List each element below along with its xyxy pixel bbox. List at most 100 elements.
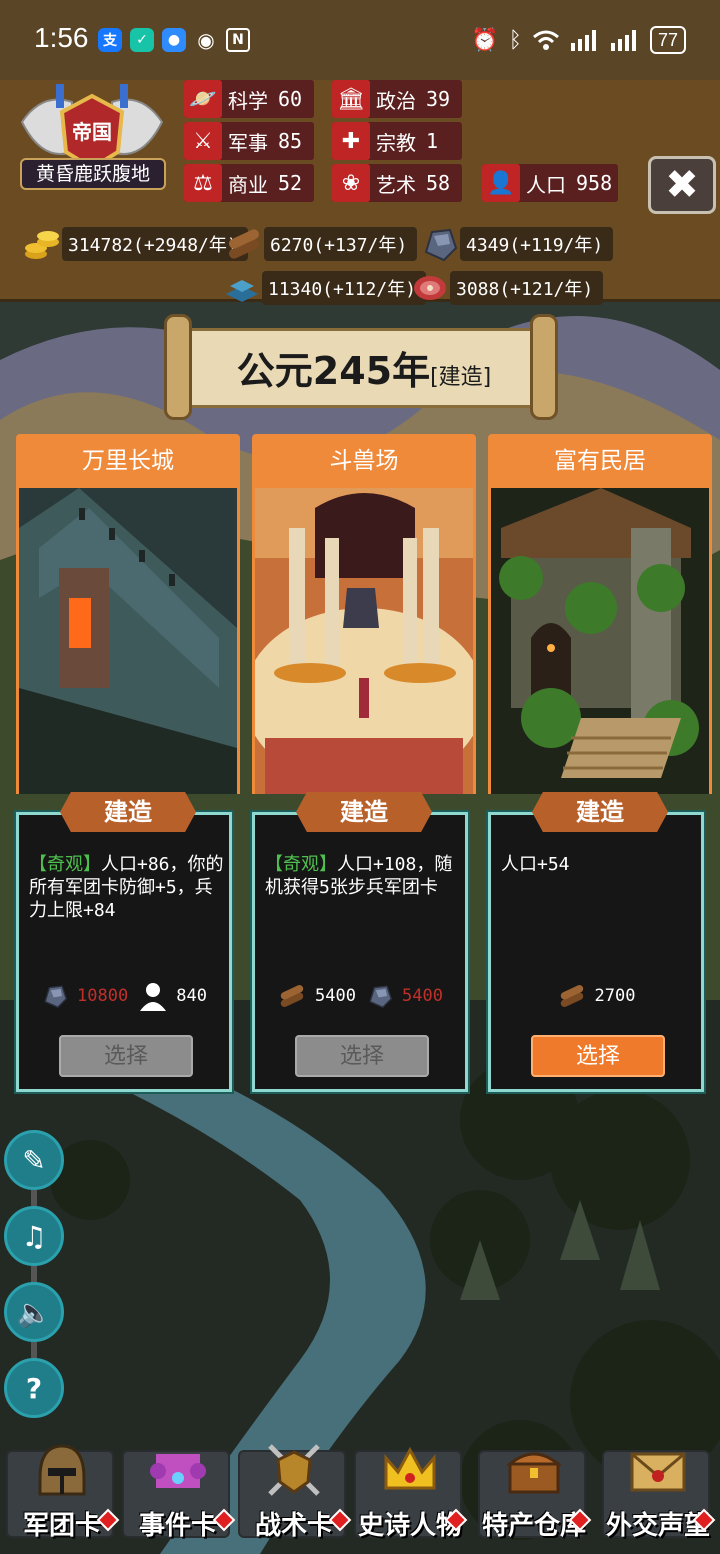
system-status-bar: 1:56 支 ✓ ● ◉ N ⏰ ᛒ 77	[0, 0, 720, 80]
close-button[interactable]: ✖	[648, 156, 716, 214]
stat-politics: 🏛 政治 39	[332, 80, 462, 118]
message-app-icon: ●	[162, 28, 186, 52]
stat-value: 60	[278, 87, 303, 111]
nav-tactic-cards[interactable]: 战术卡	[238, 1444, 352, 1541]
nav-diplomatic-reputation[interactable]: 外交声望	[602, 1450, 716, 1541]
planet-icon: 🪐	[184, 80, 222, 118]
cost-row: 5400 5400	[255, 981, 465, 1011]
nav-legion-cards[interactable]: 军团卡	[6, 1444, 120, 1541]
help-button[interactable]: ?	[4, 1358, 64, 1418]
stat-label: 宗教	[376, 130, 416, 155]
stone-ore-icon	[420, 224, 460, 264]
cost-value: 840	[176, 986, 207, 1006]
cost-row: 2700	[491, 981, 701, 1011]
wonder-tag: 【奇观】	[29, 854, 101, 875]
card-title: 万里长城	[16, 434, 240, 488]
alipay-icon: 支	[98, 28, 122, 52]
building-card-colosseum: 斗兽场 【奇观】人口+108，随机获得5张步兵军团卡 5400 5400 选择 …	[252, 434, 476, 1092]
card-description: 【奇观】人口+86，你的所有军团卡防御+5，兵力上限+84	[29, 853, 225, 922]
capitol-icon: 🏛	[332, 80, 370, 118]
bottom-nav: 军团卡 事件卡 战术卡 史诗人物 特产仓库 外交声望	[0, 1442, 720, 1554]
scroll-end-left	[164, 314, 192, 420]
card-title: 斗兽场	[252, 434, 476, 488]
scroll-icon	[150, 1454, 206, 1488]
journal-button[interactable]: ✎	[4, 1130, 64, 1190]
cost-item: 840	[138, 981, 207, 1011]
gold-coins-icon	[22, 224, 62, 264]
empire-title: 帝国	[72, 120, 112, 144]
stat-value: 52	[278, 171, 303, 195]
card-desc-text: 人口+54	[501, 854, 570, 875]
build-tag: 建造	[296, 792, 432, 832]
wood-logs-icon	[280, 985, 304, 1007]
help-icon: ?	[25, 1371, 43, 1405]
resource-value: 6270(+137/年)	[264, 227, 418, 261]
resource-value: 11340(+112/年)	[262, 271, 427, 305]
resource-value: 4349(+119/年)	[460, 227, 614, 261]
cost-value: 5400	[402, 986, 443, 1006]
system-indicators: ⏰ ᛒ 77	[471, 26, 686, 54]
banner-text: 公元245年[建造]	[214, 340, 514, 395]
stat-label: 军事	[228, 130, 268, 155]
resource-wood: 6270(+137/年)	[224, 226, 418, 262]
cost-value: 5400	[315, 986, 356, 1006]
stat-label: 商业	[228, 172, 268, 197]
cross-icon: ✚	[332, 122, 370, 160]
card-body: 【奇观】人口+108，随机获得5张步兵军团卡 5400 5400 选择	[252, 812, 468, 1092]
stat-label: 政治	[376, 88, 416, 113]
select-button[interactable]: 选择	[295, 1035, 429, 1077]
resource-meat: 3088(+121/年)	[410, 270, 604, 306]
crossed-swords-icon: ⚔	[184, 122, 222, 160]
person-icon: 👤	[482, 164, 520, 202]
cost-item: 2700	[557, 981, 636, 1011]
resource-value: 314782(+2948/年)	[62, 227, 248, 261]
card-body: 【奇观】人口+86，你的所有军团卡防御+5，兵力上限+84 10800 840 …	[16, 812, 232, 1092]
stat-population: 👤 人口 958	[482, 164, 618, 202]
select-button[interactable]: 选择	[531, 1035, 665, 1077]
stat-value: 958	[576, 171, 613, 195]
envelope-icon	[630, 1452, 686, 1492]
scroll-end-right	[530, 314, 558, 420]
battery-icon: 77	[649, 26, 686, 54]
nfc-icon: N	[226, 28, 250, 52]
nav-event-cards[interactable]: 事件卡	[122, 1450, 236, 1541]
signal-icon	[570, 30, 596, 51]
card-body: 人口+54 2700 选择	[488, 812, 704, 1092]
clock-time: 1:56	[34, 22, 89, 53]
stat-label: 科学	[228, 88, 268, 113]
cost-row: 10800 840	[19, 981, 229, 1011]
year-banner: 公元245年[建造]	[164, 314, 558, 420]
cost-item: 5400	[366, 982, 443, 1010]
card-description: 【奇观】人口+108，随机获得5张步兵军团卡	[265, 853, 461, 899]
wonder-tag: 【奇观】	[265, 854, 337, 875]
cost-item: 10800	[41, 982, 128, 1010]
sound-toggle-button[interactable]: 🔈	[4, 1282, 64, 1342]
residence-illustration	[488, 488, 712, 794]
stat-value: 39	[426, 87, 451, 111]
current-year: 公元245年	[236, 349, 431, 393]
music-toggle-button[interactable]: ♫	[4, 1206, 64, 1266]
wood-logs-icon	[560, 985, 583, 1007]
select-button[interactable]: 选择	[59, 1035, 193, 1077]
stone-ore-icon	[369, 985, 393, 1009]
stat-label: 艺术	[376, 172, 416, 197]
stat-religion: ✚ 宗教 1	[332, 122, 462, 160]
stat-value: 85	[278, 129, 303, 153]
nav-specialty-warehouse[interactable]: 特产仓库	[478, 1450, 592, 1541]
person-icon	[140, 983, 167, 1011]
resource-gold: 314782(+2948/年)	[22, 226, 248, 262]
nav-epic-figures[interactable]: 史诗人物	[354, 1446, 468, 1541]
resource-value: 3088(+121/年)	[450, 271, 604, 305]
stat-value: 58	[426, 171, 451, 195]
resource-iron: 11340(+112/年)	[222, 268, 427, 308]
cost-value: 2700	[594, 986, 636, 1006]
speaker-icon: 🔈	[16, 1295, 52, 1329]
battery-level: 77	[657, 30, 678, 50]
cost-value: 10800	[77, 986, 129, 1006]
shield-swords-icon	[268, 1444, 320, 1496]
shield-app-icon: ✓	[130, 28, 154, 52]
wifi-icon	[533, 30, 559, 50]
stat-science: 🪐 科学 60	[184, 80, 314, 118]
stat-military: ⚔ 军事 85	[184, 122, 314, 160]
iron-ingot-icon	[222, 268, 262, 308]
